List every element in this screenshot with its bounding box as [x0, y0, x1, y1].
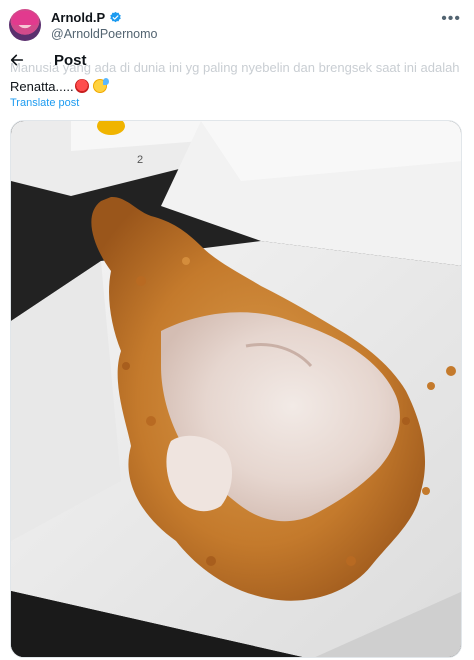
author-name-row: Arnold.P: [51, 10, 122, 25]
translate-post-link[interactable]: Translate post: [10, 97, 79, 109]
box-number: 2: [137, 154, 143, 166]
back-arrow-icon[interactable]: [9, 52, 25, 68]
avatar[interactable]: [9, 9, 41, 41]
tweet-photo[interactable]: 2: [10, 120, 462, 658]
angry-face-emoji-icon: [74, 79, 89, 93]
hot-sweat-face-emoji-icon: [93, 78, 110, 93]
tweet-header: Arnold.P @ArnoldPoernomo •••: [0, 0, 474, 44]
page-title: Post: [54, 52, 87, 69]
fried-chicken-photo: 2: [11, 121, 461, 657]
more-options-icon[interactable]: •••: [441, 10, 461, 28]
tweet-text-main: Renatta.....: [10, 79, 74, 94]
author-name[interactable]: Arnold.P: [51, 10, 105, 25]
author-handle[interactable]: @ArnoldPoernomo: [51, 27, 158, 41]
verified-badge-icon: [110, 11, 121, 23]
